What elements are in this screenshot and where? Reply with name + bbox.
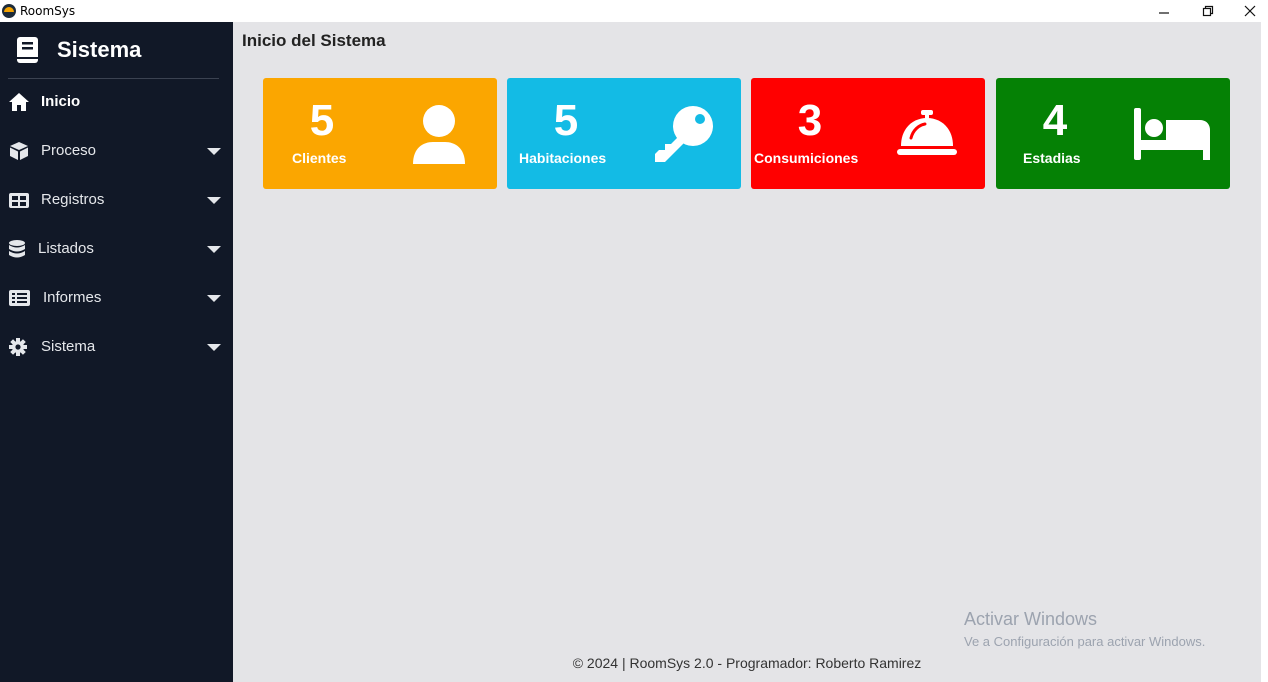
chevron-down-icon (207, 148, 221, 155)
window-title: RoomSys (20, 4, 76, 18)
minimize-button[interactable] (1144, 0, 1184, 22)
sidebar: Sistema Inicio Proceso Registros Listado… (0, 22, 233, 682)
sidebar-item-proceso[interactable]: Proceso (0, 131, 233, 171)
sidebar-item-label: Listados (38, 240, 94, 257)
page-title: Inicio del Sistema (242, 31, 386, 50)
chevron-down-icon (207, 344, 221, 351)
chevron-down-icon (207, 197, 221, 204)
card-label: Clientes (292, 150, 347, 166)
sidebar-item-label: Sistema (41, 338, 96, 355)
minimize-icon (1159, 12, 1169, 14)
sidebar-brand[interactable]: Sistema (0, 22, 233, 78)
gear-icon (9, 338, 27, 356)
card-count: 5 (309, 96, 335, 145)
card-clientes[interactable]: 5 Clientes (263, 78, 497, 189)
bed-icon (1134, 108, 1210, 160)
table-icon (9, 193, 29, 208)
service-bell-icon (897, 110, 957, 155)
card-count: 4 (1042, 96, 1068, 145)
sidebar-item-informes[interactable]: Informes (0, 278, 233, 318)
activation-watermark-title: Activar Windows (964, 609, 1098, 629)
list-icon (9, 290, 30, 306)
chevron-down-icon (207, 295, 221, 302)
card-habitaciones[interactable]: 5 Habitaciones (507, 78, 741, 189)
card-count: 5 (553, 96, 579, 145)
sidebar-item-label: Informes (43, 289, 102, 306)
key-icon (655, 106, 713, 162)
activation-watermark-text: Ve a Configuración para activar Windows. (964, 634, 1206, 649)
restore-button[interactable] (1188, 0, 1228, 22)
sidebar-item-sistema[interactable]: Sistema (0, 327, 233, 367)
box-icon (10, 142, 28, 160)
sidebar-item-listados[interactable]: Listados (0, 229, 233, 269)
close-icon (1244, 5, 1256, 17)
window-border (1261, 22, 1268, 682)
title-bar: RoomSys (0, 0, 1268, 22)
sidebar-item-label: Proceso (41, 142, 97, 159)
card-label: Consumiciones (754, 150, 859, 166)
card-estadias[interactable]: 4 Estadias (996, 78, 1230, 189)
app-logo-icon (2, 4, 16, 18)
sidebar-item-inicio[interactable]: Inicio (0, 82, 233, 122)
home-icon (9, 93, 29, 111)
card-label: Estadias (1023, 150, 1081, 166)
main-content: Inicio del Sistema 5 Clientes 5 Habitaci… (233, 22, 1261, 682)
sidebar-item-label: Registros (41, 191, 105, 208)
restore-icon (1202, 5, 1214, 17)
card-count: 3 (797, 96, 823, 145)
sidebar-divider (8, 78, 219, 79)
chevron-down-icon (207, 246, 221, 253)
user-icon (413, 105, 465, 164)
card-label: Habitaciones (519, 150, 607, 166)
sidebar-item-registros[interactable]: Registros (0, 180, 233, 220)
footer: © 2024 | RoomSys 2.0 - Programador: Robe… (572, 655, 922, 671)
card-consumiciones[interactable]: 3 Consumiciones (751, 78, 985, 189)
database-icon (9, 240, 25, 258)
book-icon (17, 37, 38, 63)
sidebar-item-label: Inicio (41, 93, 81, 110)
brand-title: Sistema (57, 37, 142, 62)
close-button[interactable] (1230, 0, 1268, 22)
